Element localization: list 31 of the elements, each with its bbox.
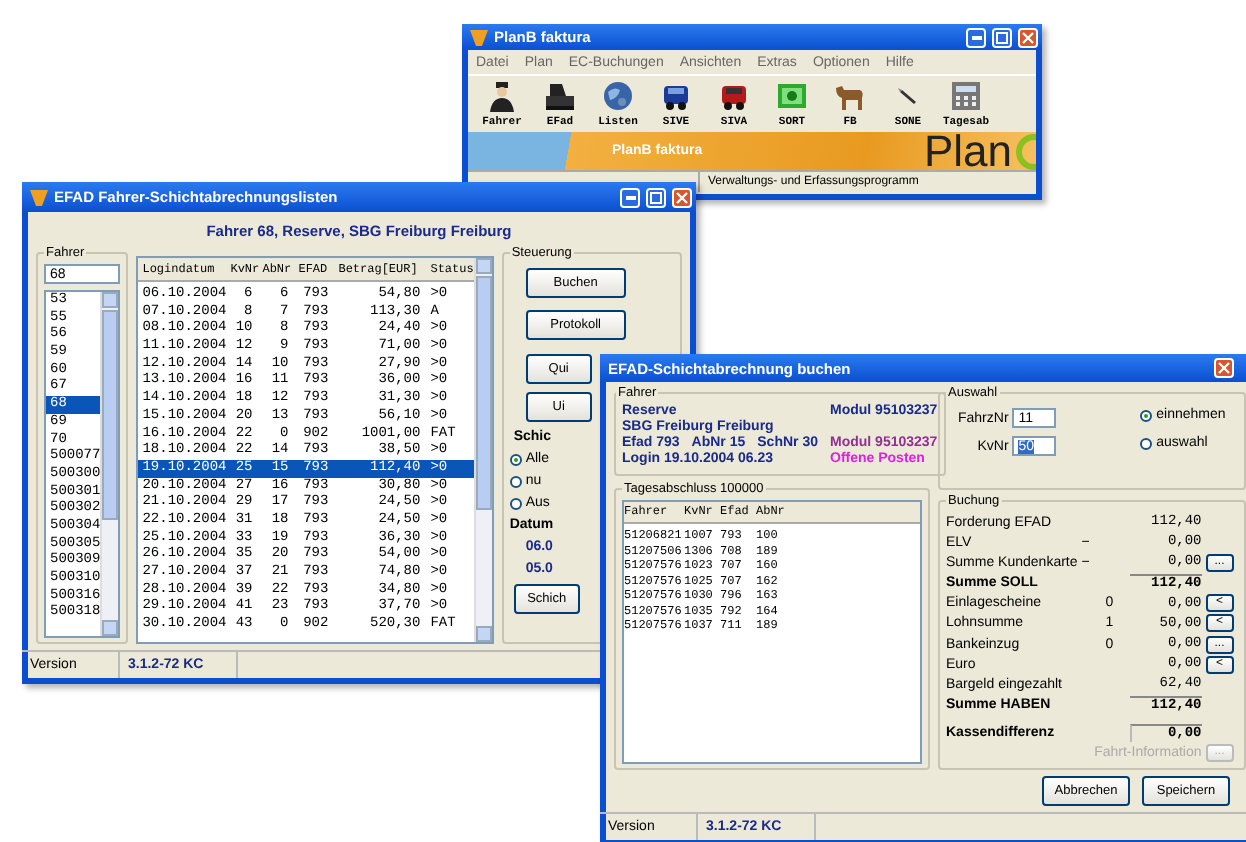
minimize-button[interactable] [620, 187, 640, 207]
close-button[interactable] [1214, 358, 1234, 378]
maximize-icon [996, 31, 1008, 43]
maximize-button[interactable] [646, 187, 666, 207]
app-icon [470, 28, 488, 46]
maximize-button[interactable] [992, 27, 1012, 47]
minimize-button[interactable] [966, 27, 986, 47]
bull-icon [834, 80, 866, 112]
close-button[interactable] [672, 187, 692, 207]
scrollbar[interactable] [100, 292, 119, 636]
radio-button[interactable] [509, 497, 522, 509]
maximize-icon [650, 191, 662, 203]
radio-button[interactable] [1140, 409, 1153, 421]
minimize-icon [971, 35, 981, 39]
banknote-icon [776, 80, 808, 112]
radio-button[interactable] [1140, 437, 1153, 449]
close-icon [676, 191, 688, 203]
radio-button[interactable] [509, 453, 522, 465]
globe-icon [602, 80, 634, 112]
scrollbar[interactable] [473, 258, 492, 642]
minimize-icon [625, 195, 635, 199]
truck-icon [660, 80, 692, 112]
calculator-icon [950, 80, 982, 112]
cash-register-icon [544, 80, 576, 112]
close-button[interactable] [1018, 27, 1038, 47]
radio-button[interactable] [509, 475, 522, 487]
truck-icon [718, 80, 750, 112]
close-icon [1218, 362, 1230, 374]
close-icon [1022, 31, 1034, 43]
person-icon [486, 80, 518, 112]
app-icon [30, 188, 48, 206]
